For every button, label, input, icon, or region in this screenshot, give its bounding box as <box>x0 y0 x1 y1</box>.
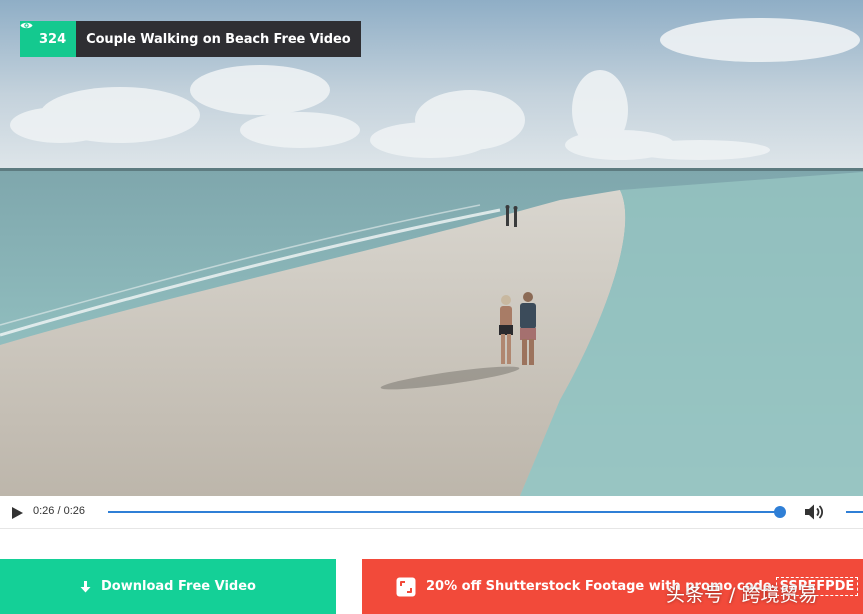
shutterstock-icon <box>396 577 416 597</box>
volume-icon[interactable] <box>804 503 824 521</box>
time-display: 0:26 / 0:26 <box>33 505 85 517</box>
play-icon[interactable] <box>10 505 24 519</box>
video-controls: 0:26 / 0:26 <box>0 496 863 529</box>
watermark-text: 头条号 / 跨境贸易 <box>666 584 818 606</box>
views-count: 324 <box>39 31 67 47</box>
download-label: Download Free Video <box>101 579 256 594</box>
download-arrow-icon <box>80 580 91 593</box>
download-button[interactable]: Download Free Video <box>0 559 336 614</box>
progress-thumb[interactable] <box>774 506 786 518</box>
video-frame-image <box>0 0 863 496</box>
progress-track[interactable] <box>108 511 780 513</box>
video-title-badge: 324 Couple Walking on Beach Free Video <box>20 21 361 57</box>
volume-slider[interactable] <box>846 511 863 513</box>
video-player[interactable]: 324 Couple Walking on Beach Free Video <box>0 0 863 496</box>
views-counter: 324 <box>20 21 77 57</box>
video-title: Couple Walking on Beach Free Video <box>76 21 361 57</box>
